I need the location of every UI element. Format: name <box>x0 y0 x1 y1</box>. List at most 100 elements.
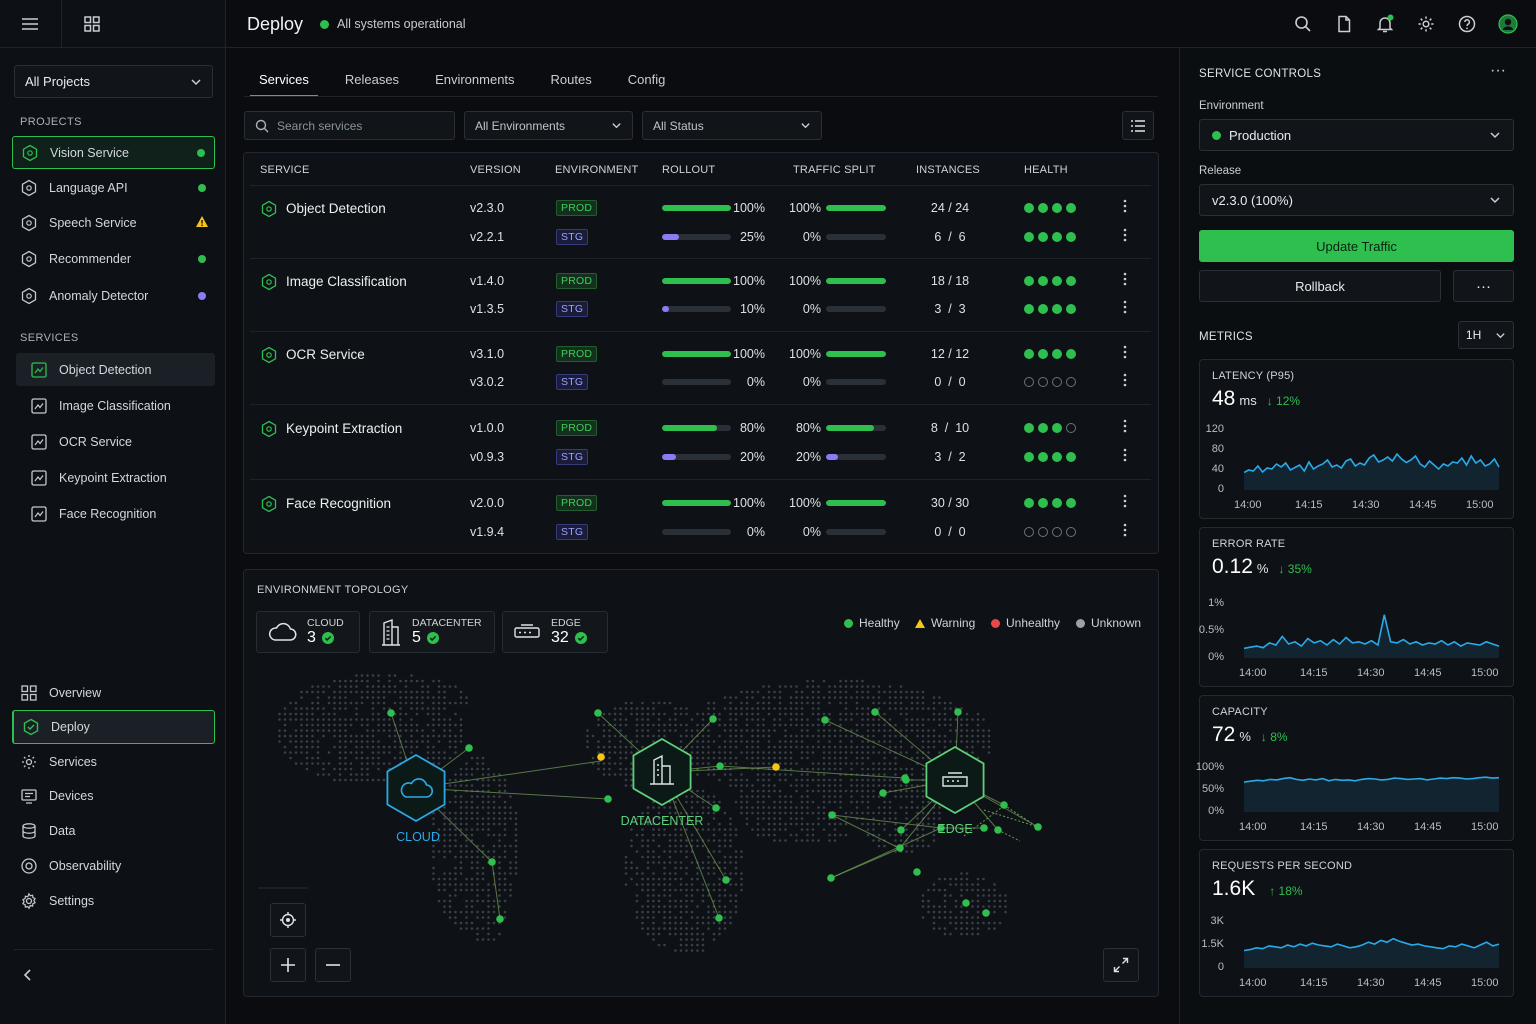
metric-card-error-rate[interactable]: ERROR RATE 0.12% ↓ 35% 1% 0.5% 0% 14:00 14:15 14… <box>1199 527 1514 687</box>
node-healthy[interactable] <box>962 899 970 907</box>
topology-chip-cloud[interactable]: CLOUD 3 <box>256 611 360 653</box>
node-healthy[interactable] <box>827 874 835 882</box>
tab-environments[interactable]: Environments <box>426 64 523 97</box>
row-actions-icon[interactable] <box>1123 373 1127 387</box>
service-name-object-detection[interactable]: Object Detection <box>260 200 386 218</box>
nav-devices[interactable]: Devices <box>12 779 215 813</box>
locate-button[interactable] <box>270 903 306 937</box>
node-healthy[interactable] <box>879 789 887 797</box>
node-healthy[interactable] <box>821 716 829 724</box>
tab-config[interactable]: Config <box>619 64 675 97</box>
node-healthy[interactable] <box>828 811 836 819</box>
search-services-field[interactable]: Search services <box>244 111 455 140</box>
more-actions-button[interactable]: ··· <box>1453 270 1514 302</box>
node-healthy[interactable] <box>913 868 921 876</box>
sidebar-service-image-classification[interactable]: Image Classification <box>16 389 215 422</box>
zoom-out-button[interactable] <box>315 948 351 982</box>
service-name-image-classification[interactable]: Image Classification <box>260 273 407 291</box>
row-actions-icon[interactable] <box>1123 448 1127 462</box>
node-healthy[interactable] <box>871 708 879 716</box>
node-healthy[interactable] <box>716 762 724 770</box>
tab-services[interactable]: Services <box>250 64 318 97</box>
sidebar-project-speech-service[interactable]: Speech Service <box>12 206 215 239</box>
project-select[interactable]: All Projects <box>14 65 213 98</box>
environment-select[interactable]: Production <box>1199 119 1514 151</box>
metric-card-capacity[interactable]: CAPACITY 72% ↓ 8% 100% 50% 0% 14:00 14:15 14:30 1… <box>1196 695 1514 841</box>
sidebar-service-ocr-service[interactable]: OCR Service <box>16 425 215 458</box>
time-range-select[interactable]: 1H <box>1458 321 1514 349</box>
release-select[interactable]: v2.3.0 (100%) <box>1199 184 1514 216</box>
menu-icon[interactable] <box>20 14 40 34</box>
tab-routes[interactable]: Routes <box>542 64 601 97</box>
avatar[interactable] <box>1498 14 1518 34</box>
sidebar-service-face-recognition[interactable]: Face Recognition <box>16 497 215 530</box>
node-warning[interactable] <box>772 763 780 771</box>
node-healthy[interactable] <box>901 774 909 782</box>
sidebar-project-vision-service[interactable]: Vision Service <box>12 136 215 169</box>
service-name-keypoint-extraction[interactable]: Keypoint Extraction <box>260 420 402 438</box>
document-icon[interactable] <box>1334 14 1354 34</box>
topology-chip-datacenter[interactable]: DATACENTER 5 <box>369 611 495 653</box>
help-icon[interactable] <box>1457 14 1477 34</box>
row-actions-icon[interactable] <box>1123 300 1127 314</box>
grid-icon[interactable] <box>82 14 102 34</box>
node-healthy[interactable] <box>982 909 990 917</box>
status-filter[interactable]: All Status <box>642 111 822 140</box>
rollback-button[interactable]: Rollback <box>1199 270 1441 302</box>
nav-settings[interactable]: Settings <box>12 884 215 918</box>
world-map[interactable]: CLOUDDATACENTEREDGE <box>244 660 1158 990</box>
node-healthy[interactable] <box>897 826 905 834</box>
fullscreen-button[interactable] <box>1103 948 1139 982</box>
node-healthy[interactable] <box>712 804 720 812</box>
gear-icon[interactable] <box>1416 14 1436 34</box>
update-traffic-button[interactable]: Update Traffic <box>1199 230 1514 262</box>
more-options-icon[interactable]: ··· <box>1490 62 1506 80</box>
sidebar-project-recommender[interactable]: Recommender <box>12 242 215 275</box>
sidebar-project-anomaly-detector[interactable]: Anomaly Detector <box>12 279 215 312</box>
list-view-button[interactable] <box>1122 111 1154 140</box>
node-warning[interactable] <box>597 753 605 761</box>
node-healthy[interactable] <box>1000 801 1008 809</box>
nav-data[interactable]: Data <box>12 814 215 848</box>
node-healthy[interactable] <box>496 915 504 923</box>
sidebar-project-language-api[interactable]: Language API <box>12 171 215 204</box>
node-healthy[interactable] <box>465 744 473 752</box>
notification-bell-icon[interactable] <box>1375 14 1395 34</box>
node-healthy[interactable] <box>954 708 962 716</box>
node-healthy[interactable] <box>722 876 730 884</box>
node-healthy[interactable] <box>1034 823 1042 831</box>
zoom-in-button[interactable] <box>270 948 306 982</box>
node-healthy[interactable] <box>896 844 904 852</box>
tab-releases[interactable]: Releases <box>336 64 408 97</box>
metric-card-requests-per-second[interactable]: REQUESTS PER SECOND 1.6K ↑ 18% 3K 1.5K 0 14:00… <box>1199 849 1514 997</box>
node-healthy[interactable] <box>994 826 1002 834</box>
row-actions-icon[interactable] <box>1123 523 1127 537</box>
nav-services[interactable]: Services <box>12 745 215 779</box>
topology-chip-edge[interactable]: EDGE 32 <box>502 611 608 653</box>
collapse-sidebar-icon[interactable] <box>21 968 35 982</box>
row-actions-icon[interactable] <box>1123 345 1127 359</box>
sidebar-service-keypoint-extraction[interactable]: Keypoint Extraction <box>16 461 215 494</box>
cloud-hub[interactable] <box>386 753 446 823</box>
nav-deploy[interactable]: Deploy <box>12 710 215 744</box>
node-healthy[interactable] <box>709 715 717 723</box>
environment-filter[interactable]: All Environments <box>464 111 633 140</box>
node-healthy[interactable] <box>715 914 723 922</box>
node-healthy[interactable] <box>488 858 496 866</box>
node-healthy[interactable] <box>604 795 612 803</box>
row-actions-icon[interactable] <box>1123 272 1127 286</box>
node-healthy[interactable] <box>980 824 988 832</box>
sidebar-service-object-detection[interactable]: Object Detection <box>16 353 215 386</box>
search-icon[interactable] <box>1293 14 1313 34</box>
row-actions-icon[interactable] <box>1123 494 1127 508</box>
row-actions-icon[interactable] <box>1123 228 1127 242</box>
metric-card-latency-p95[interactable]: LATENCY (P95) 48 ms ↓ 12% 120 80 40 0 14:00 14:15… <box>1199 359 1514 519</box>
node-healthy[interactable] <box>387 709 395 717</box>
row-actions-icon[interactable] <box>1123 199 1127 213</box>
node-healthy[interactable] <box>594 709 602 717</box>
service-name-ocr-service[interactable]: OCR Service <box>260 346 365 364</box>
row-actions-icon[interactable] <box>1123 419 1127 433</box>
nav-observability[interactable]: Observability <box>12 849 215 883</box>
service-name-face-recognition[interactable]: Face Recognition <box>260 495 391 513</box>
nav-overview[interactable]: Overview <box>12 676 215 710</box>
